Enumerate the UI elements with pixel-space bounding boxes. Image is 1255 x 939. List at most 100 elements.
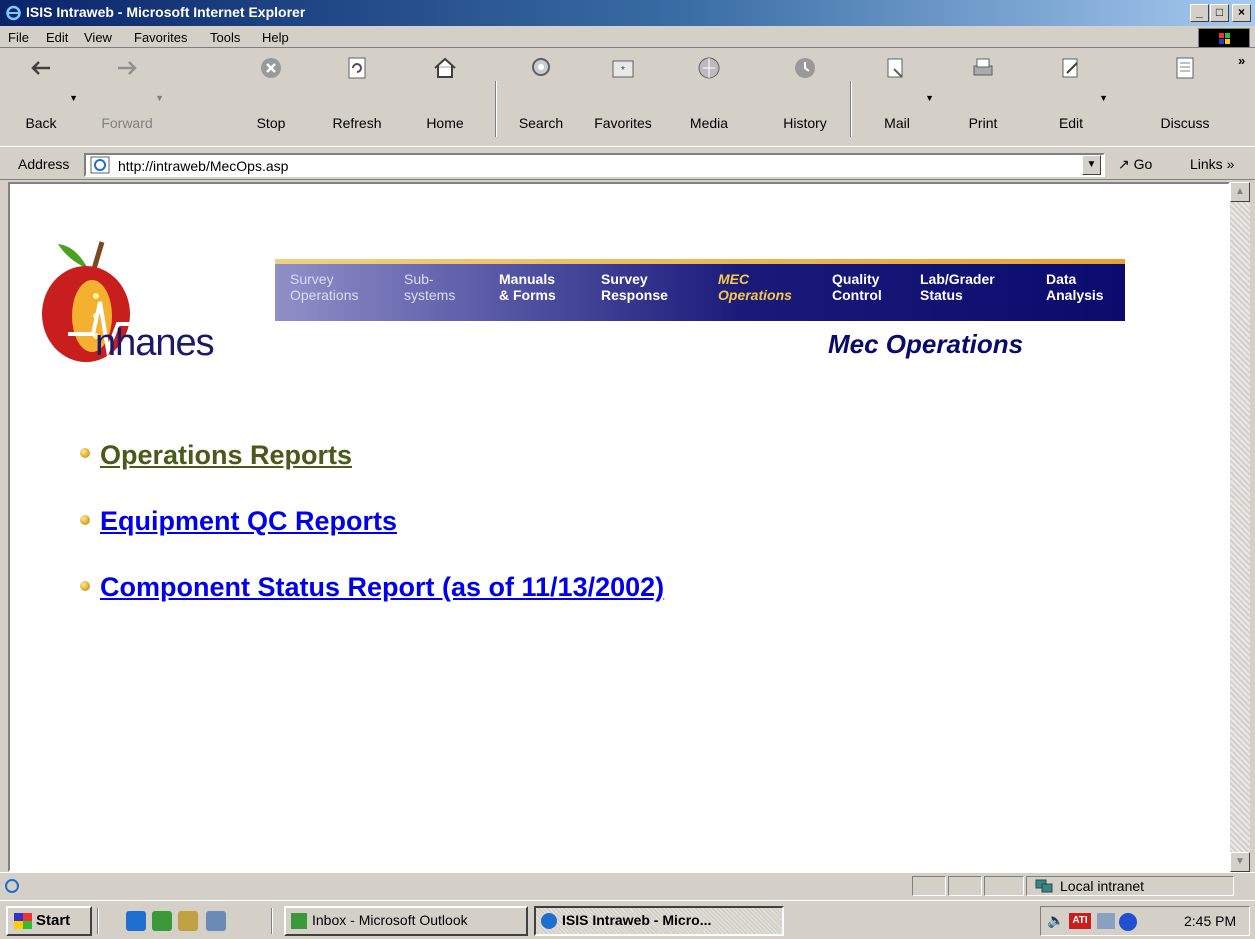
scroll-up-button[interactable]: ▲ bbox=[1230, 182, 1250, 202]
menu-view[interactable]: View bbox=[84, 30, 112, 45]
stop-label: Stop bbox=[256, 115, 286, 131]
search-label: Search bbox=[518, 115, 564, 131]
minimize-button[interactable]: _ bbox=[1190, 4, 1209, 22]
discuss-label: Discuss bbox=[1160, 115, 1210, 131]
stop-button[interactable]: Stop bbox=[236, 49, 306, 141]
print-icon bbox=[973, 58, 993, 76]
page-status-icon bbox=[5, 879, 19, 893]
component-status-report-link[interactable]: Component Status Report (as of 11/13/200… bbox=[100, 572, 664, 603]
address-dropdown-button[interactable]: ▼ bbox=[1082, 155, 1101, 175]
taskbar-outlook[interactable]: Inbox - Microsoft Outlook bbox=[284, 906, 528, 936]
vertical-scrollbar[interactable]: ▲ ▼ bbox=[1230, 182, 1250, 872]
go-button[interactable]: ↗ Go bbox=[1118, 156, 1152, 173]
menu-file[interactable]: File bbox=[8, 30, 29, 45]
links-label: Links bbox=[1190, 156, 1223, 172]
refresh-label: Refresh bbox=[332, 115, 382, 131]
page-title: Mec Operations bbox=[828, 329, 1024, 359]
operations-reports-link[interactable]: Operations Reports bbox=[100, 440, 352, 471]
address-label: Address bbox=[18, 156, 70, 172]
bullet-icon bbox=[80, 448, 90, 458]
refresh-icon bbox=[348, 57, 366, 79]
mail-button[interactable]: ▼ Mail bbox=[862, 49, 934, 141]
security-zone-text: Local intranet bbox=[1060, 878, 1145, 894]
windows-flag-icon bbox=[14, 913, 32, 929]
mail-icon bbox=[887, 58, 903, 78]
favorites-icon: * bbox=[612, 60, 634, 78]
taskbar-ie[interactable]: ISIS Intraweb - Micro... bbox=[534, 906, 784, 936]
discuss-button[interactable]: Discuss bbox=[1150, 49, 1220, 141]
internet-explorer-icon bbox=[6, 5, 21, 21]
address-url: http://intraweb/MecOps.asp bbox=[118, 158, 289, 174]
links-button[interactable]: Links » bbox=[1190, 156, 1234, 172]
outlook-icon bbox=[291, 913, 307, 929]
media-button[interactable]: Media bbox=[674, 49, 744, 141]
equipment-qc-reports-link[interactable]: Equipment QC Reports bbox=[100, 506, 397, 537]
menu-help[interactable]: Help bbox=[262, 30, 289, 45]
ie-task-icon bbox=[541, 913, 557, 929]
ati-icon[interactable]: ATI bbox=[1069, 913, 1091, 929]
mail-label: Mail bbox=[884, 115, 910, 131]
favorites-label: Favorites bbox=[594, 115, 652, 131]
history-label: History bbox=[783, 115, 827, 131]
taskbar-clock[interactable]: 2:45 PM bbox=[1184, 913, 1236, 929]
menu-favorites[interactable]: Favorites bbox=[134, 30, 187, 45]
favorites-button[interactable]: * Favorites bbox=[588, 49, 658, 141]
home-button[interactable]: Home bbox=[410, 49, 480, 141]
quicklaunch-search-icon[interactable] bbox=[178, 911, 198, 931]
media-icon bbox=[698, 57, 720, 79]
edit-icon bbox=[1062, 58, 1078, 78]
nav-data-analysis[interactable]: Data Analysis bbox=[1046, 271, 1104, 303]
menu-edit[interactable]: Edit bbox=[46, 30, 68, 45]
forward-button[interactable]: ▼ Forward bbox=[92, 49, 164, 141]
window-title-bar[interactable]: ISIS Intraweb - Microsoft Internet Explo… bbox=[0, 0, 1255, 26]
close-button[interactable]: × bbox=[1232, 4, 1251, 22]
nav-survey-operations[interactable]: Survey Operations bbox=[290, 271, 358, 303]
print-label: Print bbox=[968, 115, 998, 131]
maximize-button[interactable]: □ bbox=[1210, 4, 1229, 22]
search-icon bbox=[532, 58, 550, 76]
history-button[interactable]: History bbox=[770, 49, 840, 141]
quicklaunch-desktop-icon[interactable] bbox=[206, 911, 226, 931]
volume-icon[interactable]: 🔈 bbox=[1047, 912, 1064, 929]
bullet-icon bbox=[80, 515, 90, 525]
print-button[interactable]: Print bbox=[948, 49, 1018, 141]
local-intranet-icon bbox=[1035, 879, 1053, 893]
nav-quality-control[interactable]: Quality Control bbox=[832, 271, 882, 303]
nav-manuals-forms[interactable]: Manuals & Forms bbox=[499, 271, 556, 303]
forward-label: Forward bbox=[101, 115, 153, 131]
quicklaunch-outlook-icon[interactable] bbox=[152, 911, 172, 931]
page-icon bbox=[90, 156, 110, 174]
discuss-icon bbox=[1176, 57, 1194, 79]
edit-button[interactable]: ▼ Edit bbox=[1036, 49, 1108, 141]
nav-mec-operations[interactable]: MEC Operations bbox=[718, 271, 792, 303]
home-label: Home bbox=[426, 115, 464, 131]
search-button[interactable]: Search bbox=[506, 49, 576, 141]
quicklaunch-ie-icon[interactable] bbox=[126, 911, 146, 931]
edit-label: Edit bbox=[1058, 115, 1084, 131]
menu-tools[interactable]: Tools bbox=[210, 30, 240, 45]
start-button[interactable]: Start bbox=[6, 906, 92, 936]
scroll-down-button[interactable]: ▼ bbox=[1230, 852, 1250, 872]
go-label: Go bbox=[1133, 156, 1153, 172]
taskbar-ie-label: ISIS Intraweb - Micro... bbox=[562, 912, 712, 928]
network-icon[interactable] bbox=[1097, 913, 1115, 929]
toolbar-overflow-button[interactable]: » bbox=[1238, 53, 1245, 68]
window-title: ISIS Intraweb - Microsoft Internet Explo… bbox=[26, 4, 306, 20]
nav-subsystems[interactable]: Sub- systems bbox=[404, 271, 455, 303]
address-input[interactable]: http://intraweb/MecOps.asp bbox=[84, 153, 1105, 177]
stop-icon bbox=[261, 58, 281, 78]
antivirus-icon[interactable] bbox=[1119, 913, 1137, 931]
svg-text:*: * bbox=[621, 65, 625, 76]
standard-toolbar: ▼ Back ▼ Forward Stop Refresh Home Searc… bbox=[0, 49, 1255, 144]
history-icon bbox=[795, 58, 815, 78]
taskbar: Start Inbox - Microsoft Outlook ISIS Int… bbox=[0, 900, 1255, 939]
windows-logo-icon bbox=[1198, 28, 1250, 48]
refresh-button[interactable]: Refresh bbox=[322, 49, 392, 141]
back-button[interactable]: ▼ Back bbox=[6, 49, 78, 141]
nav-survey-response[interactable]: Survey Response bbox=[601, 271, 668, 303]
nav-lab-grader-status[interactable]: Lab/Grader Status bbox=[920, 271, 995, 303]
status-bar: Local intranet bbox=[0, 872, 1255, 898]
media-label: Media bbox=[689, 115, 729, 131]
menu-bar: File Edit View Favorites Tools Help bbox=[0, 26, 1255, 48]
nhanes-brand-text: nhanes bbox=[95, 322, 215, 364]
